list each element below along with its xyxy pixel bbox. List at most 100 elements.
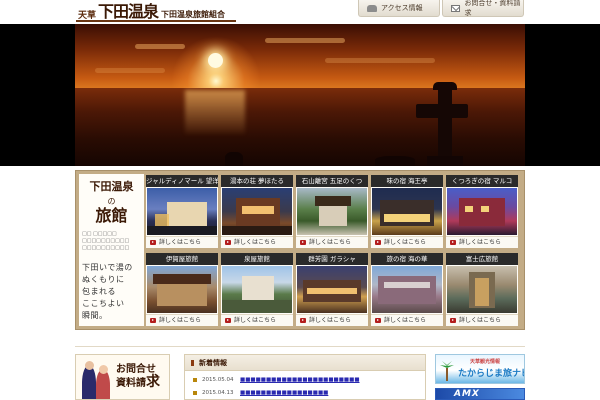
hero-banner [0,24,600,166]
ryokan-photo[interactable] [222,266,292,313]
ryokan-photo[interactable] [147,188,217,235]
details-link[interactable]: 詳しくはこちら [446,236,518,248]
details-link[interactable]: 詳しくはこちら [146,314,218,326]
ryokan-photo[interactable] [297,266,367,313]
ryokan-card[interactable]: くつろぎの宿 マルコ 詳しくはこちら [446,175,518,248]
cloud [265,38,345,43]
cloud [95,68,165,73]
takarajima-navi-banner[interactable]: 天草観光情報 たからじま旅ナビ [435,354,525,384]
rock [375,156,415,166]
details-link-label: 詳しくはこちら [384,239,427,246]
section-divider [75,346,525,347]
contact-request-button[interactable]: お問合せ・資料請求 [442,0,524,17]
news-section: 新着情報 2015.05.04 ■■■■■■■■■■■■■■■■■■■■■■■ … [184,354,426,400]
ryokan-name: くつろぎの宿 マルコ [446,175,518,187]
ryokan-photo[interactable] [447,266,517,313]
ground [222,300,292,313]
details-link-label: 詳しくはこちら [309,239,352,246]
roof [315,196,351,206]
details-link[interactable]: 詳しくはこちら [221,236,293,248]
ryokan-name: 伊賀屋旅館 [146,253,218,265]
news-item: 2015.05.04 ■■■■■■■■■■■■■■■■■■■■■■■ [193,375,360,385]
palm-tree-icon [440,361,454,381]
sunset-sea-photo [75,24,525,166]
ryokan-photo[interactable] [372,266,442,313]
news-heading: 新着情報 [185,355,425,371]
details-link[interactable]: 詳しくはこちら [221,314,293,326]
ryokan-card[interactable]: 群芳園 ガラシャ 詳しくはこちら [296,253,368,326]
windows [384,282,430,288]
building [167,202,207,228]
contact-request-label: お問合せ・資料請求 [464,0,521,17]
ryokan-card[interactable]: 富士広旅館 詳しくはこちら [446,253,518,326]
contact-line2-big: 求 [146,374,160,390]
ryokan-card[interactable]: ジャルディノマール 望洋閣 詳しくはこちら [146,175,218,248]
details-link-label: 詳しくはこちら [384,317,427,324]
window-lights [242,206,274,214]
logo-underline [76,20,236,22]
arrow-right-icon [150,318,156,323]
ryokan-card[interactable]: 湯本の荘 夢ほたる 詳しくはこちら [221,175,293,248]
arrow-right-icon [300,240,306,245]
arrow-right-icon [300,318,306,323]
ryokan-photo[interactable] [147,266,217,313]
ryokan-card[interactable]: 味の宿 海王亭 詳しくはこちら [371,175,443,248]
ryokan-card[interactable]: 旅の宿 海の華 詳しくはこちら [371,253,443,326]
building [319,206,347,226]
arrow-right-icon [375,318,381,323]
car-icon [367,4,377,12]
ryokan-list-panel: 下田温泉 の 旅館 □□ □□□□□ □□□□□□□□□□ □□□□□□□□□□… [75,170,525,330]
staff-face [85,361,94,370]
news-title-link[interactable]: ■■■■■■■■■■■■■■■■■■■■■■■ [240,375,360,385]
details-link[interactable]: 詳しくはこちら [371,314,443,326]
details-link-label: 詳しくはこちら [234,239,277,246]
ryokan-card[interactable]: 泉屋旅館 詳しくはこちら [221,253,293,326]
details-link-label: 詳しくはこちら [234,317,277,324]
ryokan-name: 石山離宮 五足のくつ [296,175,368,187]
site-logo[interactable]: 天草 下田温泉 下田温泉旅館組合 [78,1,225,22]
cloud [135,44,185,49]
contact-line2: 資料請求 [116,374,160,390]
bullet-icon [193,391,197,395]
news-item: 2015.04.13 ■■■■■■■■■■■■■■■■■ [193,388,328,398]
arrow-right-icon [225,318,231,323]
ryokan-card[interactable]: 石山離宮 五足のくつ 詳しくはこちら [296,175,368,248]
panel-title-line2: 旅館 [95,206,128,225]
details-link[interactable]: 詳しくはこちら [371,236,443,248]
arrow-right-icon [450,240,456,245]
banner-subtitle: 天草観光情報 [470,359,501,365]
ryokan-photo[interactable] [222,188,292,235]
arrow-right-icon [150,240,156,245]
ryokan-name: 群芳園 ガラシャ [296,253,368,265]
ryokan-name: 湯本の荘 夢ほたる [221,175,293,187]
amx-logo-text: AMX [454,389,480,399]
contact-request-banner[interactable]: お問合せ 資料請求 [75,354,170,400]
details-link[interactable]: 詳しくはこちら [296,314,368,326]
access-info-button[interactable]: アクセス情報 [358,0,440,17]
staff-face [99,365,108,374]
mail-icon [451,4,461,12]
building [157,284,207,306]
banner-title: たからじま旅ナビ [458,369,525,379]
staff-figure [82,365,96,399]
ryokan-card[interactable]: 伊賀屋旅館 詳しくはこちら [146,253,218,326]
ryokan-photo[interactable] [447,188,517,235]
amx-banner[interactable]: AMX [435,388,525,400]
details-link-label: 詳しくはこちら [459,317,502,324]
rock [225,152,243,166]
ryokan-name: 富士広旅館 [446,253,518,265]
arrow-right-icon [225,240,231,245]
contact-line2-text: 資料請 [116,378,146,389]
staff-photo [80,359,112,399]
ryokan-name: 味の宿 海王亭 [371,175,443,187]
details-link[interactable]: 詳しくはこちら [296,236,368,248]
ryokan-intro: 下田温泉 の 旅館 □□ □□□□□ □□□□□□□□□□ □□□□□□□□□□… [79,174,144,326]
logo-main-text: 下田温泉 [98,2,159,21]
details-link[interactable]: 詳しくはこちら [446,314,518,326]
news-title-link[interactable]: ■■■■■■■■■■■■■■■■■ [240,388,328,398]
site-header: 天草 下田温泉 下田温泉旅館組合 アクセス情報 お問合せ・資料請求 [0,0,600,22]
ryokan-photo[interactable] [372,188,442,235]
details-link[interactable]: 詳しくはこちら [146,236,218,248]
stone-cross [416,104,468,118]
ryokan-photo[interactable] [297,188,367,235]
